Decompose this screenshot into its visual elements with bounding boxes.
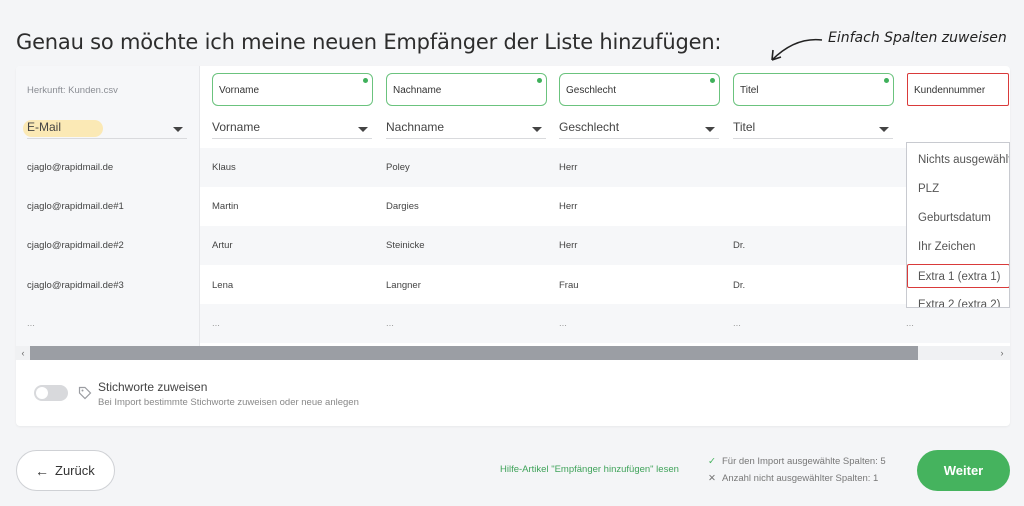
- table-cell: Herr: [559, 240, 578, 251]
- table-cell: Lena: [212, 280, 234, 291]
- table-cell: ...: [559, 318, 567, 329]
- keywords-subtitle: Bei Import bestimmte Stichworte zuweisen…: [98, 397, 359, 408]
- email-cell: cjaglo@rapidmail.de#2: [27, 240, 124, 251]
- table-cell: Frau: [559, 280, 579, 291]
- dropdown-option[interactable]: PLZ: [907, 177, 1009, 201]
- email-mapping-select[interactable]: E-Mail: [27, 117, 187, 139]
- selected-columns-status: ✓ Für den Import ausgewählte Spalten: 5: [708, 456, 886, 467]
- mapped-dot-icon: [884, 78, 889, 83]
- table-cell: ...: [906, 318, 914, 329]
- keywords-title: Stichworte zuweisen: [98, 380, 208, 394]
- table-cell: ...: [733, 318, 741, 329]
- mapping-select-vorname[interactable]: Vorname: [212, 117, 372, 139]
- tag-icon: [78, 386, 92, 400]
- help-article-link[interactable]: Hilfe-Artikel "Empfänger hinzufügen" les…: [500, 464, 679, 475]
- page-title: Genau so möchte ich meine neuen Empfänge…: [16, 30, 722, 54]
- source-label: Herkunft: Kunden.csv: [27, 85, 118, 96]
- column-header-label: Geschlecht: [566, 85, 617, 96]
- mapped-dot-icon: [710, 78, 715, 83]
- table-cell: Steinicke: [386, 240, 425, 251]
- email-cell: cjaglo@rapidmail.de#3: [27, 280, 124, 291]
- table-cell: Herr: [559, 162, 578, 173]
- back-button[interactable]: ← Zurück: [16, 450, 115, 491]
- mapping-select-label: Geschlecht: [559, 120, 620, 134]
- mapping-select-titel[interactable]: Titel: [733, 117, 893, 139]
- column-mapping-dropdown[interactable]: Nichts ausgewählt PLZ Geburtsdatum Ihr Z…: [906, 142, 1010, 308]
- table-cell: Herr: [559, 201, 578, 212]
- dropdown-option-selected[interactable]: Extra 1 (extra 1): [907, 264, 1009, 288]
- unselected-columns-text: Anzahl nicht ausgewählter Spalten: 1: [722, 473, 879, 484]
- column-header-kundennummer[interactable]: Kundennummer: [907, 73, 1009, 106]
- dropdown-option[interactable]: Extra 2 (extra 2): [907, 293, 1009, 307]
- table-cell: ...: [212, 318, 220, 329]
- scroll-left-icon[interactable]: ‹: [17, 346, 29, 360]
- mapped-dot-icon: [537, 78, 542, 83]
- table-cell: Dr.: [733, 240, 746, 251]
- horizontal-scrollbar[interactable]: ‹ ›: [16, 346, 1010, 360]
- chevron-down-icon: [358, 127, 368, 132]
- table-cell: Dr.: [733, 280, 746, 291]
- email-cell: cjaglo@rapidmail.de: [27, 162, 114, 173]
- table-cell: Dargies: [386, 201, 419, 212]
- column-header-label: Vorname: [219, 85, 260, 96]
- column-header-label: Kundennummer: [914, 85, 986, 96]
- column-header-vorname[interactable]: Vorname: [212, 73, 373, 106]
- scroll-thumb[interactable]: [30, 346, 918, 360]
- hint-text: Einfach Spalten zuweisen: [828, 30, 1007, 46]
- dropdown-option[interactable]: Nichts ausgewählt: [907, 148, 1009, 172]
- table-cell: Langner: [386, 280, 421, 291]
- table-cell: ...: [386, 318, 394, 329]
- mapping-select-label: Titel: [733, 120, 756, 134]
- selected-columns-text: Für den Import ausgewählte Spalten: 5: [722, 456, 886, 467]
- column-header-label: Titel: [740, 85, 759, 96]
- column-header-titel[interactable]: Titel: [733, 73, 894, 106]
- toggle-knob: [36, 387, 48, 399]
- back-button-label: Zurück: [55, 463, 95, 478]
- table-cell: Poley: [386, 162, 410, 173]
- table-cell: Klaus: [212, 162, 236, 173]
- mapping-panel: Herkunft: Kunden.csv E-Mail Vorname Nach…: [16, 66, 1010, 426]
- email-cell: cjaglo@rapidmail.de#1: [27, 201, 124, 212]
- next-button[interactable]: Weiter: [917, 450, 1010, 491]
- mapping-select-nachname[interactable]: Nachname: [386, 117, 546, 139]
- chevron-down-icon: [879, 127, 889, 132]
- dropdown-option[interactable]: Geburtsdatum: [907, 206, 1009, 230]
- email-mapping-label: E-Mail: [27, 120, 62, 134]
- column-header-nachname[interactable]: Nachname: [386, 73, 547, 106]
- check-icon: ✓: [708, 456, 716, 467]
- email-cell: ...: [27, 318, 35, 329]
- keywords-toggle[interactable]: [34, 385, 68, 401]
- column-header-geschlecht[interactable]: Geschlecht: [559, 73, 720, 106]
- mapping-grid: Herkunft: Kunden.csv E-Mail Vorname Nach…: [16, 66, 1010, 346]
- close-icon: ✕: [708, 473, 716, 484]
- mapping-select-label: Vorname: [212, 120, 261, 134]
- dropdown-option[interactable]: Ihr Zeichen: [907, 235, 1009, 259]
- chevron-down-icon: [705, 127, 715, 132]
- table-cell: Martin: [212, 201, 239, 212]
- table-cell: Artur: [212, 240, 233, 251]
- chevron-down-icon: [532, 127, 542, 132]
- arrow-left-icon: ←: [35, 463, 49, 479]
- mapped-dot-icon: [363, 78, 368, 83]
- unselected-columns-status: ✕ Anzahl nicht ausgewählter Spalten: 1: [708, 473, 878, 484]
- mapping-select-geschlecht[interactable]: Geschlecht: [559, 117, 719, 139]
- hint-arrow-icon: [771, 38, 823, 61]
- column-header-label: Nachname: [393, 85, 442, 96]
- scroll-right-icon[interactable]: ›: [996, 346, 1008, 360]
- chevron-down-icon: [173, 127, 183, 132]
- mapping-select-label: Nachname: [386, 120, 445, 134]
